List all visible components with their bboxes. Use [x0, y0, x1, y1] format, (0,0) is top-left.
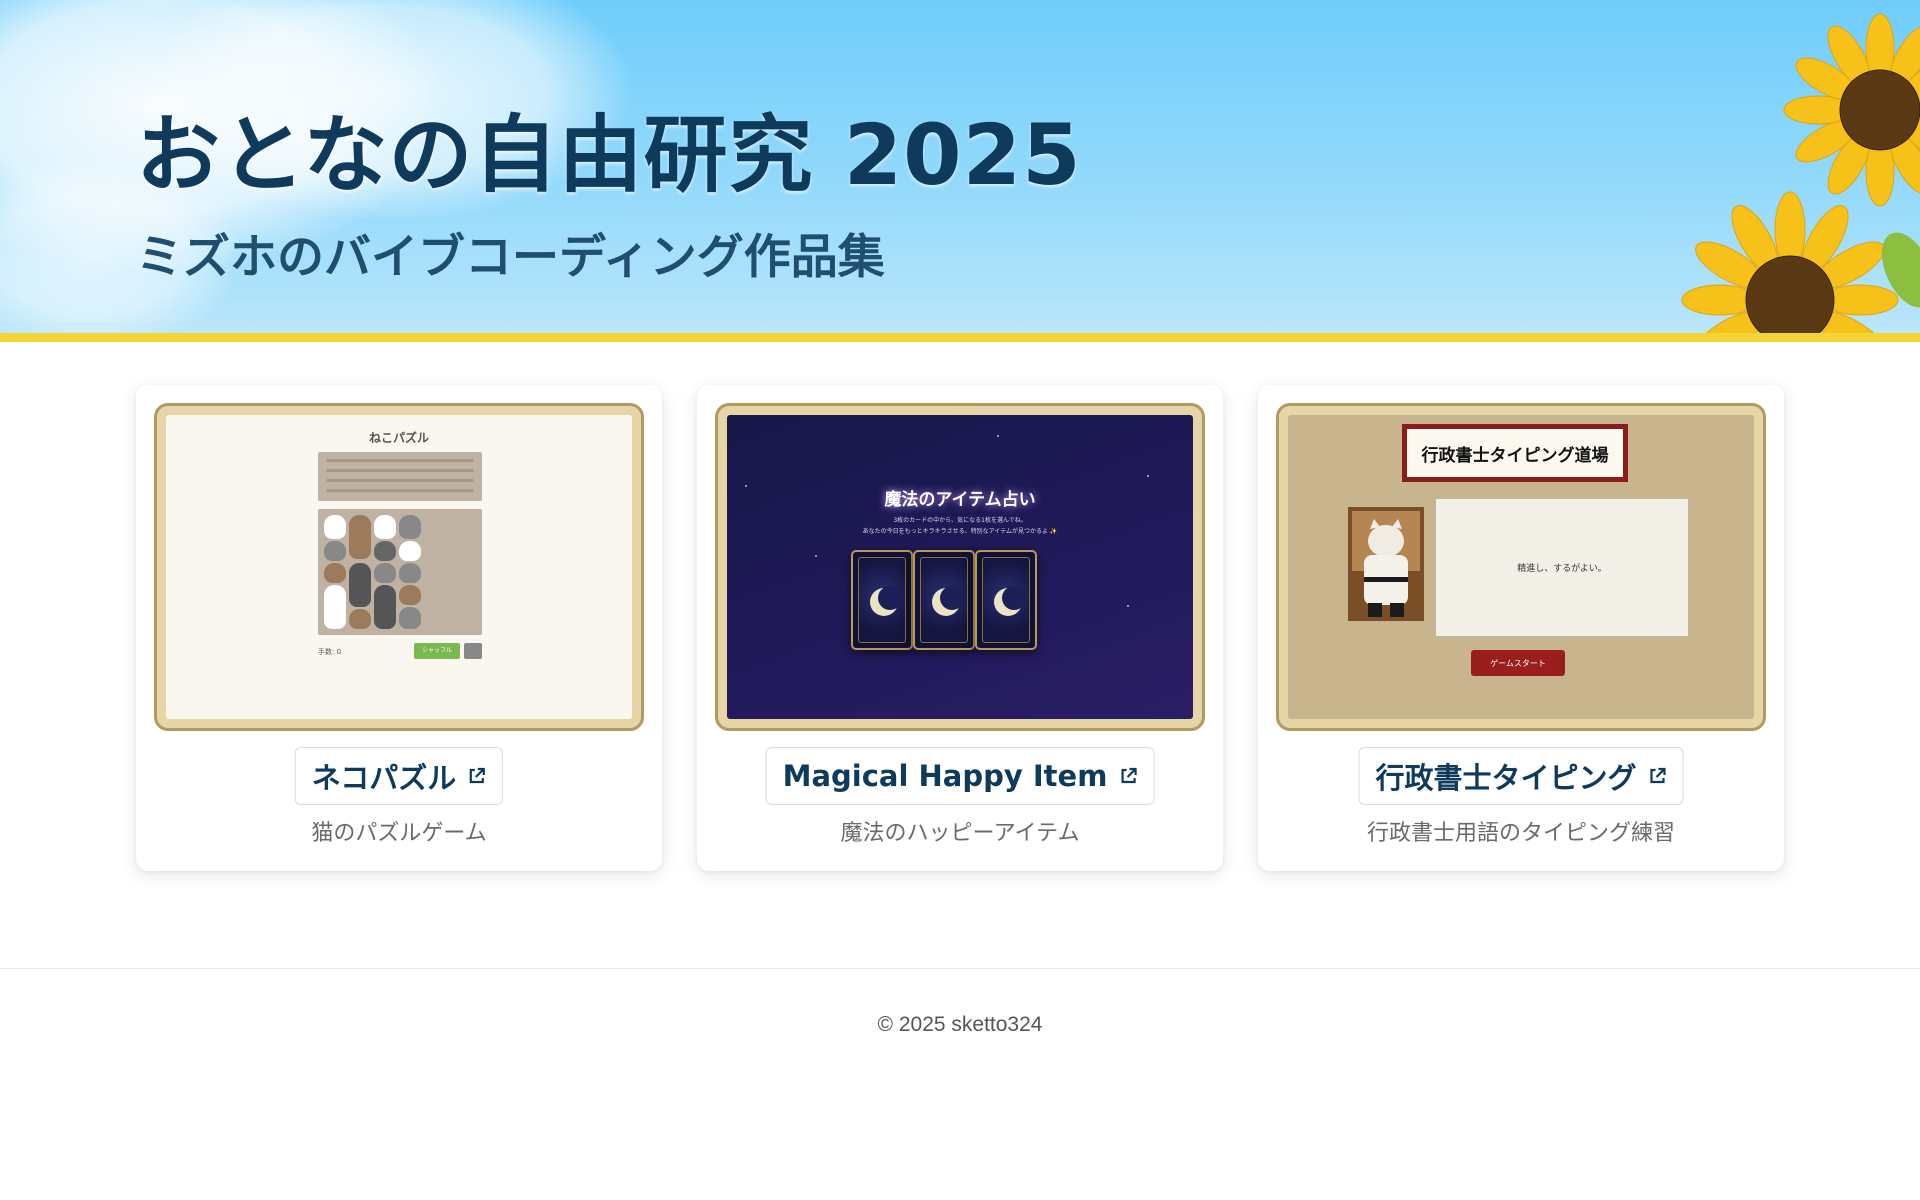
cat-tile	[349, 563, 371, 607]
card-description: 行政書士用語のタイピング練習	[1366, 821, 1675, 846]
page-title: おとなの自由研究 2025	[136, 106, 1082, 204]
page-subtitle: ミズホのバイブコーディング作品集	[136, 230, 885, 285]
cat-tile	[324, 541, 346, 561]
preview-title: 行政書士タイピング道場	[1407, 429, 1623, 477]
external-link-icon	[1121, 767, 1137, 784]
moves-counter: 手数: 0	[318, 648, 342, 656]
puzzle-grid	[318, 509, 482, 635]
cat-tile	[374, 541, 396, 561]
cat-tile	[399, 607, 421, 629]
cat-tile	[399, 541, 421, 561]
neko-puzzle-preview: ねこパズル 手数: 0 シャッフル	[166, 415, 632, 719]
cat-tile	[349, 515, 371, 559]
card-link-magical-happy-item[interactable]: Magical Happy Item	[765, 747, 1155, 805]
cat-tile	[374, 585, 396, 629]
tarot-card	[851, 550, 913, 650]
preview-instructions	[318, 452, 482, 501]
card-description: 猫のパズルゲーム	[311, 821, 487, 846]
cat-tile	[324, 515, 346, 539]
work-card-magical-happy-item: 魔法のアイテム占い 3枚のカードの中から、気になる1枚を選んでね。 あなたの今日…	[697, 385, 1223, 871]
tarot-card	[975, 550, 1037, 650]
footer-copyright: © 2025 sketto324	[877, 1013, 1043, 1036]
card-thumbnail[interactable]: 魔法のアイテム占い 3枚のカードの中から、気になる1枚を選んでね。 あなたの今日…	[715, 403, 1205, 731]
work-card-neko-puzzle: ねこパズル 手数: 0 シャッフル ネコパズル 猫のパズルゲーム	[136, 385, 662, 871]
preview-title: ねこパズル	[368, 431, 429, 445]
typing-preview: 行政書士タイピング道場 精進し、するがよい。 ゲームスタート	[1288, 415, 1754, 719]
cat-tile	[324, 585, 346, 629]
cat-tile	[399, 515, 421, 539]
cat-tile	[399, 585, 421, 605]
card-thumbnail[interactable]: ねこパズル 手数: 0 シャッフル	[154, 403, 644, 731]
cat-tile	[324, 563, 346, 583]
tarot-card	[913, 550, 975, 650]
preview-line: 3枚のカードの中から、気になる1枚を選んでね。	[893, 517, 1027, 524]
sunflower-illustration	[1681, 13, 1920, 333]
dialog-box: 精進し、するがよい。	[1435, 498, 1689, 637]
card-thumbnail[interactable]: 行政書士タイピング道場 精進し、するがよい。 ゲームスタート	[1276, 403, 1766, 731]
card-link-label: 行政書士タイピング	[1375, 761, 1637, 795]
preview-title: 魔法のアイテム占い	[884, 490, 1036, 510]
card-link-neko-puzzle[interactable]: ネコパズル	[294, 747, 504, 805]
external-link-icon	[1650, 767, 1666, 784]
footer-divider	[0, 968, 1920, 969]
preview-title-plate: 行政書士タイピング道場	[1402, 424, 1628, 482]
magical-item-preview: 魔法のアイテム占い 3枚のカードの中から、気になる1枚を選んでね。 あなたの今日…	[727, 415, 1193, 719]
hero-banner: おとなの自由研究 2025 ミズホのバイブコーディング作品集	[0, 0, 1920, 333]
cat-tile	[349, 609, 371, 629]
card-link-label: ネコパズル	[311, 761, 457, 795]
work-card-gyoseishoshi-typing: 行政書士タイピング道場 精進し、するがよい。 ゲームスタート 行政書士タイピング…	[1258, 385, 1784, 871]
card-description: 魔法のハッピーアイテム	[840, 821, 1080, 846]
cat-tile	[374, 515, 396, 539]
works-grid: ねこパズル 手数: 0 シャッフル ネコパズル 猫のパズルゲーム 魔法のアイテム…	[136, 385, 1784, 871]
cat-tile	[399, 563, 421, 583]
hero-divider	[0, 333, 1920, 342]
card-link-gyoseishoshi-typing[interactable]: 行政書士タイピング	[1358, 747, 1684, 805]
preview-line: あなたの今日をもっとキラキラさせる、特別なアイテムが見つかるよ ✨	[862, 528, 1058, 535]
cat-sensei-illustration	[1348, 507, 1424, 621]
shuffle-button: シャッフル	[414, 643, 460, 659]
sound-icon	[464, 643, 482, 659]
card-link-label: Magical Happy Item	[782, 759, 1108, 793]
cat-tile	[374, 563, 396, 583]
game-start-button: ゲームスタート	[1471, 650, 1565, 676]
external-link-icon	[470, 767, 486, 784]
